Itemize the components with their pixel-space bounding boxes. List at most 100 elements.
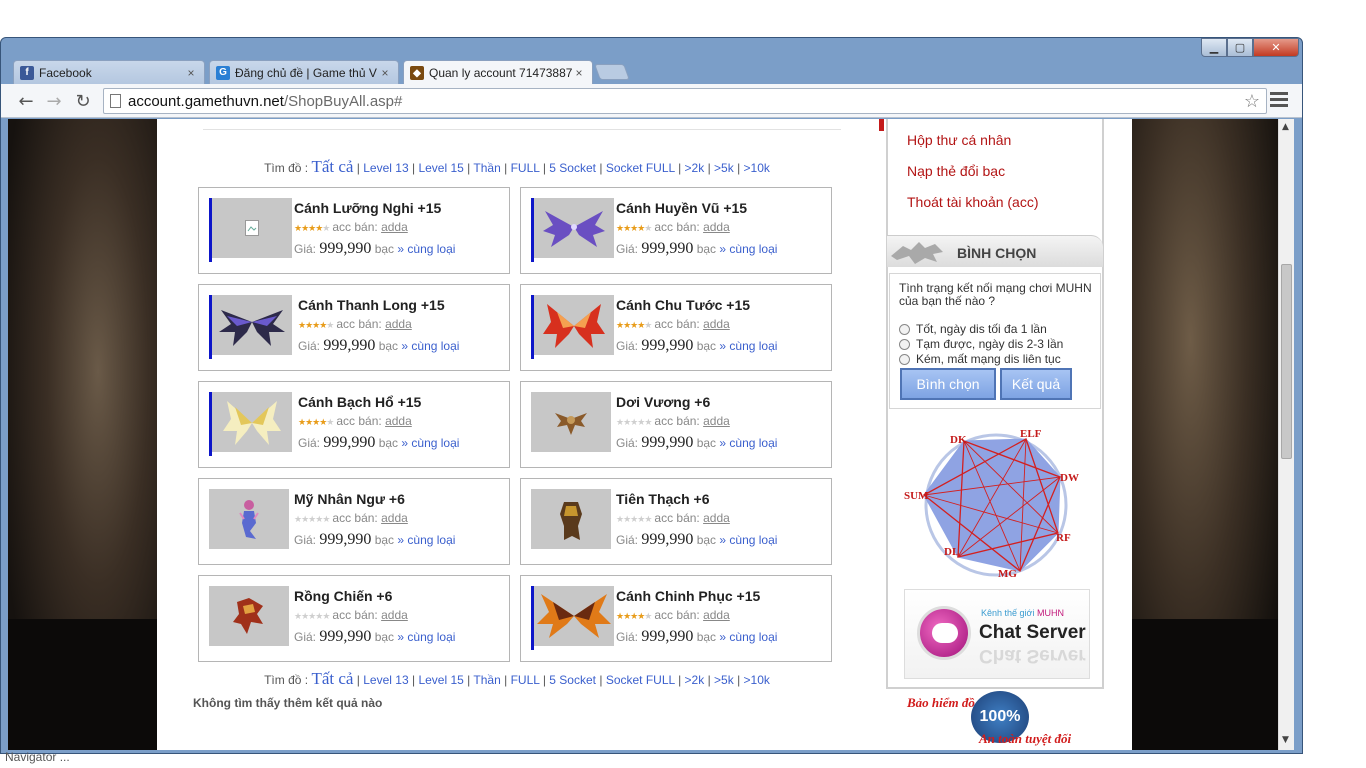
item-card[interactable]: Tiên Thạch +6 ★★★★★ acc bán: adda Giá: 999,… bbox=[520, 478, 832, 565]
item-card[interactable]: Mỹ Nhân Ngư +6 ★★★★★ acc bán: adda Giá: 999… bbox=[198, 478, 510, 565]
vertical-scrollbar[interactable]: ▲ ▼ bbox=[1278, 119, 1294, 750]
results-button[interactable]: Kết quả bbox=[1000, 368, 1072, 400]
mermaid-pet-icon[interactable] bbox=[209, 489, 289, 549]
filter-link[interactable]: Level 15 bbox=[418, 673, 463, 687]
scroll-down-icon[interactable]: ▼ bbox=[1282, 735, 1289, 745]
dragon-pet-icon[interactable] bbox=[209, 586, 289, 646]
radio-button[interactable] bbox=[899, 323, 910, 335]
seller-link[interactable]: adda bbox=[703, 608, 730, 622]
new-tab-button[interactable] bbox=[594, 64, 630, 80]
tab-facebook[interactable]: f Facebook × bbox=[13, 60, 205, 84]
item-card[interactable]: Cánh Chinh Phục +15 ★★★★★ acc bán: adda Giá… bbox=[520, 575, 832, 662]
item-name[interactable]: Cánh Chu Tước +15 bbox=[616, 297, 750, 313]
same-type-link[interactable]: » cùng loại bbox=[719, 242, 777, 256]
seller-link[interactable]: adda bbox=[381, 608, 408, 622]
filter-link[interactable]: Thần bbox=[473, 161, 500, 175]
item-name[interactable]: Dơi Vương +6 bbox=[616, 394, 710, 410]
reload-icon[interactable]: ↻ bbox=[72, 90, 94, 112]
seller-link[interactable]: adda bbox=[703, 220, 730, 234]
filter-link[interactable]: Socket FULL bbox=[606, 161, 675, 175]
radio-button[interactable] bbox=[899, 338, 910, 350]
filter-link[interactable]: >5k bbox=[714, 673, 734, 687]
dark-wings-icon[interactable] bbox=[212, 295, 292, 355]
item-card[interactable]: Cánh Huyền Vũ +15 ★★★★★ acc bán: adda Giá: … bbox=[520, 187, 832, 274]
same-type-link[interactable]: » cùng loại bbox=[719, 533, 777, 547]
forward-icon[interactable]: → bbox=[43, 90, 65, 112]
item-card[interactable]: Rồng Chiến +6 ★★★★★ acc bán: adda Giá: 999,… bbox=[198, 575, 510, 662]
poll-option[interactable]: Kém, mất mạng dis liên tục bbox=[899, 352, 1061, 366]
broken-image-icon[interactable] bbox=[212, 198, 292, 258]
bookmark-star-icon[interactable]: ☆ bbox=[1244, 91, 1260, 112]
scrollbar-thumb[interactable] bbox=[1281, 264, 1292, 459]
vote-button[interactable]: Bình chọn bbox=[900, 368, 996, 400]
white-wings-icon[interactable] bbox=[212, 392, 292, 452]
tab-close-icon[interactable]: × bbox=[572, 66, 586, 80]
filter-link[interactable]: FULL bbox=[511, 673, 540, 687]
tab-account[interactable]: ◆ Quan ly account 71473887 × bbox=[403, 60, 593, 85]
close-window-button[interactable]: ✕ bbox=[1253, 38, 1299, 57]
filter-link[interactable]: >2k bbox=[685, 673, 705, 687]
tab-close-icon[interactable]: × bbox=[184, 66, 198, 80]
filter-link[interactable]: >5k bbox=[714, 161, 734, 175]
fire-wings-icon[interactable] bbox=[534, 586, 614, 646]
sidebar-link-logout[interactable]: Thoát tài khoản (acc) bbox=[907, 194, 1039, 210]
item-name[interactable]: Rồng Chiến +6 bbox=[294, 588, 392, 604]
same-type-link[interactable]: » cùng loại bbox=[401, 339, 459, 353]
red-wings-icon[interactable] bbox=[534, 295, 614, 355]
radio-button[interactable] bbox=[899, 353, 910, 365]
menu-icon[interactable] bbox=[1270, 92, 1288, 110]
same-type-link[interactable]: » cùng loại bbox=[397, 533, 455, 547]
filter-link[interactable]: 5 Socket bbox=[549, 161, 596, 175]
same-type-link[interactable]: » cùng loại bbox=[719, 630, 777, 644]
seller-link[interactable]: adda bbox=[381, 511, 408, 525]
same-type-link[interactable]: » cùng loại bbox=[719, 436, 777, 450]
filter-link[interactable]: >10k bbox=[744, 673, 770, 687]
item-card[interactable]: Cánh Bạch Hổ +15 ★★★★★ acc bán: adda Giá: 9… bbox=[198, 381, 510, 468]
bat-pet-icon[interactable] bbox=[531, 392, 611, 452]
seller-link[interactable]: adda bbox=[703, 414, 730, 428]
address-bar[interactable]: account.gamethuvn.net/ShopBuyAll.asp# ☆ bbox=[103, 88, 1267, 114]
item-name[interactable]: Tiên Thạch +6 bbox=[616, 491, 710, 507]
item-name[interactable]: Cánh Lưỡng Nghi +15 bbox=[294, 200, 441, 216]
maximize-button[interactable]: ▢ bbox=[1227, 38, 1253, 57]
seller-link[interactable]: adda bbox=[385, 414, 412, 428]
filter-link[interactable]: Level 15 bbox=[418, 161, 463, 175]
poll-option[interactable]: Tốt, ngày dis tối đa 1 lần bbox=[899, 322, 1047, 336]
filter-link[interactable]: Level 13 bbox=[363, 673, 408, 687]
chat-server-banner[interactable]: Kênh thế giới MUHN Chat Server Chat Serv… bbox=[904, 589, 1090, 679]
item-name[interactable]: Cánh Huyền Vũ +15 bbox=[616, 200, 747, 216]
seller-link[interactable]: adda bbox=[703, 511, 730, 525]
seller-link[interactable]: adda bbox=[381, 220, 408, 234]
filter-link[interactable]: Level 13 bbox=[363, 161, 408, 175]
filter-link[interactable]: >2k bbox=[685, 161, 705, 175]
item-name[interactable]: Cánh Thanh Long +15 bbox=[298, 297, 445, 313]
item-name[interactable]: Cánh Bạch Hổ +15 bbox=[298, 394, 421, 410]
sidebar-link-topup[interactable]: Nạp thẻ đổi bạc bbox=[907, 163, 1005, 179]
filter-link[interactable]: 5 Socket bbox=[549, 673, 596, 687]
item-name[interactable]: Cánh Chinh Phục +15 bbox=[616, 588, 760, 604]
item-card[interactable]: Cánh Lưỡng Nghi +15 ★★★★★ acc bán: adda Giá… bbox=[198, 187, 510, 274]
purple-wings-icon[interactable] bbox=[534, 198, 614, 258]
item-card[interactable]: Cánh Chu Tước +15 ★★★★★ acc bán: adda Giá: … bbox=[520, 284, 832, 371]
same-type-link[interactable]: » cùng loại bbox=[397, 242, 455, 256]
item-name[interactable]: Mỹ Nhân Ngư +6 bbox=[294, 491, 405, 507]
filter-link[interactable]: Socket FULL bbox=[606, 673, 675, 687]
scroll-up-icon[interactable]: ▲ bbox=[1282, 122, 1289, 132]
filter-all-link[interactable]: Tất cả bbox=[311, 157, 353, 176]
sidebar-link-inbox[interactable]: Hộp thư cá nhân bbox=[907, 132, 1011, 148]
back-icon[interactable]: ← bbox=[15, 90, 37, 112]
same-type-link[interactable]: » cùng loại bbox=[397, 630, 455, 644]
same-type-link[interactable]: » cùng loại bbox=[401, 436, 459, 450]
filter-all-link[interactable]: Tất cả bbox=[311, 669, 353, 688]
poll-option[interactable]: Tạm được, ngày dis 2-3 lần bbox=[899, 337, 1063, 351]
same-type-link[interactable]: » cùng loại bbox=[719, 339, 777, 353]
tab-close-icon[interactable]: × bbox=[378, 66, 392, 80]
item-card[interactable]: Cánh Thanh Long +15 ★★★★★ acc bán: adda Giá… bbox=[198, 284, 510, 371]
item-card[interactable]: Dơi Vương +6 ★★★★★ acc bán: adda Giá: 999,9… bbox=[520, 381, 832, 468]
minimize-button[interactable]: ▁ bbox=[1201, 38, 1227, 57]
filter-link[interactable]: FULL bbox=[511, 161, 540, 175]
seller-link[interactable]: adda bbox=[703, 317, 730, 331]
golem-pet-icon[interactable] bbox=[531, 489, 611, 549]
filter-link[interactable]: Thần bbox=[473, 673, 500, 687]
seller-link[interactable]: adda bbox=[385, 317, 412, 331]
